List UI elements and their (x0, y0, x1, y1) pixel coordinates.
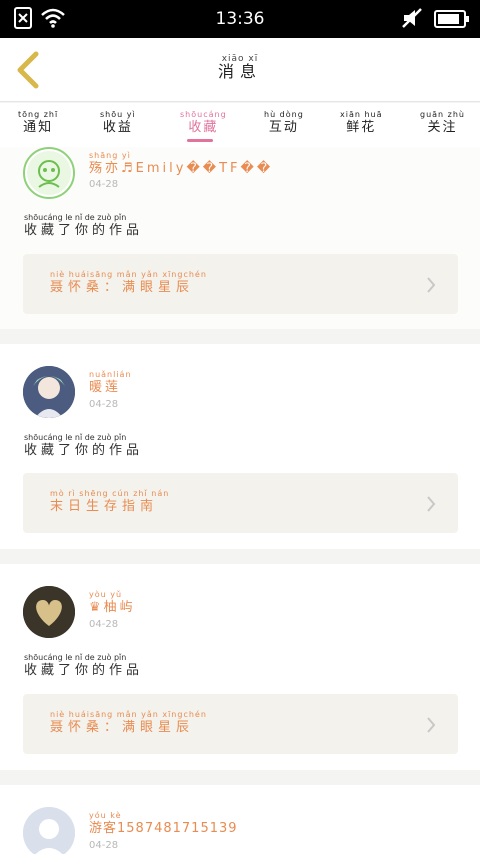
avatar[interactable] (23, 807, 75, 854)
action-label: 收藏了你的作品 (24, 663, 144, 678)
tab-pinyin: shōu yì (100, 110, 136, 119)
list-item[interactable]: yòu yǔ ♛柚屿 04-28 shōucáng le nǐ de zuò p… (0, 564, 480, 770)
tab-label: 收藏 (188, 120, 219, 135)
tab-label: 通知 (23, 120, 54, 135)
chevron-right-icon (426, 495, 436, 517)
username-pinyin: yòu yǔ (89, 590, 123, 599)
tab-label: 鲜花 (346, 120, 377, 135)
work-title: niè huáisāng mǎn yǎn xīngchén 聂怀桑：满眼星辰 (50, 710, 207, 736)
action-text: shōucáng le nǐ de zuò pǐn 收藏了你的作品 (24, 653, 143, 679)
timestamp: 04-28 (89, 179, 119, 190)
username-text: 游客1587481715139 (89, 821, 238, 836)
username-pinyin: shāng yì (89, 151, 131, 160)
header: xiāo xī 消息 (0, 38, 480, 102)
timestamp: 04-28 (89, 399, 119, 410)
action-text: shōucáng le nǐ de zuò pǐn 收藏了你的作品 (24, 213, 143, 239)
status-bar: 13:36 (0, 0, 480, 38)
chevron-right-icon (426, 716, 436, 738)
work-title: mò rì shēng cún zhǐ nán 末日生存指南 (50, 489, 169, 515)
battery-icon (434, 10, 470, 32)
action-pinyin: shōucáng le nǐ de zuò pǐn (24, 653, 127, 662)
work-title-pinyin: niè huáisāng mǎn yǎn xīngchén (50, 710, 207, 719)
timestamp: 04-28 (89, 619, 119, 630)
chevron-right-icon (426, 276, 436, 298)
action-label: 收藏了你的作品 (24, 443, 144, 458)
username[interactable]: yóu kè 游客1587481715139 (89, 811, 238, 837)
list-item[interactable]: shāng yì 殇亦♬Emily��TF�� 04-28 shōucáng l… (0, 147, 480, 329)
username[interactable]: shāng yì 殇亦♬Emily��TF�� (89, 151, 273, 177)
tab-pinyin: guān zhù (420, 110, 466, 119)
timestamp: 04-28 (89, 840, 119, 851)
tab-label: 互动 (268, 120, 299, 135)
username[interactable]: yòu yǔ ♛柚屿 (89, 590, 136, 616)
list-item[interactable]: yóu kè 游客1587481715139 04-28 (0, 785, 480, 854)
work-title-pinyin: mò rì shēng cún zhǐ nán (50, 489, 170, 498)
tab-notifications[interactable]: tōng zhī 通知 (18, 110, 58, 136)
work-title-text: 聂怀桑：满眼星辰 (50, 720, 195, 735)
tab-pinyin: xiān huā (340, 110, 383, 119)
work-title-pinyin: niè huáisāng mǎn yǎn xīngchén (50, 270, 207, 279)
work-link[interactable]: mò rì shēng cún zhǐ nán 末日生存指南 (23, 473, 458, 533)
tab-earnings[interactable]: shōu yì 收益 (100, 110, 136, 136)
action-label: 收藏了你的作品 (24, 223, 144, 238)
action-text: shōucáng le nǐ de zuò pǐn 收藏了你的作品 (24, 433, 143, 459)
action-pinyin: shōucáng le nǐ de zuò pǐn (24, 213, 127, 222)
page-title: xiāo xī 消息 (0, 54, 480, 80)
tab-interactions[interactable]: hù dòng 互动 (264, 110, 304, 136)
active-tab-indicator (187, 139, 213, 142)
tab-following[interactable]: guān zhù 关注 (420, 110, 465, 136)
username[interactable]: nuǎnlián 暖莲 (89, 370, 132, 396)
avatar[interactable] (23, 366, 75, 418)
action-pinyin: shōucáng le nǐ de zuò pǐn (24, 433, 127, 442)
work-link[interactable]: niè huáisāng mǎn yǎn xīngchén 聂怀桑：满眼星辰 (23, 254, 458, 314)
tab-pinyin: shōucáng (180, 110, 227, 119)
username-text: 暖莲 (89, 380, 122, 395)
tab-label: 收益 (102, 120, 133, 135)
avatar[interactable] (23, 147, 75, 199)
list-item[interactable]: nuǎnlián 暖莲 04-28 shōucáng le nǐ de zuò … (0, 344, 480, 549)
username-text: ♛柚屿 (89, 600, 136, 615)
work-link[interactable]: niè huáisāng mǎn yǎn xīngchén 聂怀桑：满眼星辰 (23, 694, 458, 754)
username-text: 殇亦♬Emily��TF�� (89, 161, 274, 176)
work-title-text: 末日生存指南 (50, 499, 159, 514)
username-pinyin: nuǎnlián (89, 370, 132, 379)
tab-pinyin: hù dòng (264, 110, 304, 119)
work-title: niè huáisāng mǎn yǎn xīngchén 聂怀桑：满眼星辰 (50, 270, 207, 296)
avatar[interactable] (23, 586, 75, 638)
mute-icon (400, 7, 424, 33)
username-pinyin: yóu kè (89, 811, 122, 820)
tab-favorites[interactable]: shōucáng 收藏 (180, 110, 227, 136)
tab-bar: tōng zhī 通知 shōu yì 收益 shōucáng 收藏 hù dò… (0, 103, 480, 147)
page-title-text: 消息 (217, 62, 262, 81)
tab-flowers[interactable]: xiān huā 鲜花 (340, 110, 383, 136)
tab-label: 关注 (427, 120, 458, 135)
work-title-text: 聂怀桑：满眼星辰 (50, 280, 195, 295)
tab-pinyin: tōng zhī (18, 110, 59, 119)
